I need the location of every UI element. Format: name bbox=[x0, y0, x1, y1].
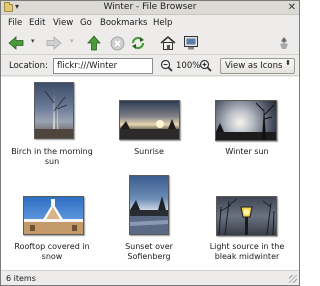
menu-go[interactable]: Go bbox=[80, 18, 92, 28]
back-history-dropdown[interactable]: ▾ bbox=[31, 37, 35, 45]
stop-button[interactable] bbox=[108, 34, 126, 52]
reload-icon bbox=[131, 36, 145, 50]
menubar: File Edit View Go Bookmarks Help bbox=[1, 16, 299, 30]
location-input[interactable]: flickr:///Winter bbox=[53, 58, 153, 74]
zoom-out-button[interactable] bbox=[160, 59, 173, 74]
rooftop-picture bbox=[24, 199, 83, 234]
icon-view[interactable]: Birch in the morning sun Sunrise Winter … bbox=[1, 77, 299, 270]
view-mode-label: View as Icons bbox=[225, 61, 283, 71]
home-button[interactable] bbox=[159, 34, 177, 52]
thumbnail-image bbox=[215, 100, 277, 141]
file-item[interactable]: Rooftop covered in snow bbox=[7, 173, 97, 270]
home-icon bbox=[160, 35, 176, 50]
zoom-in-icon bbox=[199, 59, 212, 72]
file-name: Winter sun bbox=[225, 147, 269, 156]
back-icon bbox=[8, 36, 24, 50]
location-bar: Location: flickr:///Winter 100% View as … bbox=[1, 56, 299, 76]
file-item[interactable]: Winter sun bbox=[202, 77, 292, 172]
birch-picture bbox=[35, 90, 73, 138]
file-item[interactable]: Birch in the morning sun bbox=[7, 77, 97, 172]
file-item[interactable]: Light source in the bleak midwinter bbox=[202, 173, 292, 270]
updown-arrows-icon: ⬍ bbox=[285, 59, 291, 67]
window-title: Winter - File Browser bbox=[103, 2, 197, 12]
up-button[interactable] bbox=[85, 34, 103, 52]
forward-history-dropdown[interactable]: ▾ bbox=[70, 37, 74, 45]
item-count: 6 items bbox=[6, 274, 36, 283]
winter-sun-picture bbox=[216, 102, 276, 140]
file-name: Birch in the morning sun bbox=[11, 147, 93, 166]
file-item[interactable]: Sunrise bbox=[104, 77, 194, 172]
sunset-picture bbox=[130, 196, 168, 234]
forward-button[interactable] bbox=[45, 34, 63, 52]
lamp-picture bbox=[218, 198, 275, 236]
close-button[interactable]: ✕ bbox=[288, 2, 296, 13]
title-bar[interactable]: ▾ Winter - File Browser ✕ bbox=[1, 1, 299, 15]
menu-bookmarks[interactable]: Bookmarks bbox=[100, 18, 148, 28]
file-name: Rooftop covered in snow bbox=[14, 242, 90, 261]
menu-file[interactable]: File bbox=[8, 18, 22, 28]
computer-button[interactable] bbox=[182, 34, 200, 52]
forward-icon bbox=[46, 36, 62, 50]
status-bar: 6 items bbox=[1, 270, 299, 285]
zoom-level[interactable]: 100% bbox=[176, 61, 200, 71]
activity-throbber bbox=[275, 34, 293, 52]
file-name: Light source in the bleak midwinter bbox=[209, 242, 285, 261]
thumbnail-image bbox=[129, 175, 169, 235]
menu-help[interactable]: Help bbox=[153, 18, 172, 28]
view-mode-select[interactable]: View as Icons ⬍ bbox=[220, 58, 295, 74]
sunrise-picture bbox=[120, 119, 179, 139]
up-icon bbox=[87, 35, 101, 51]
file-item[interactable]: Sunset over Sofienberg bbox=[104, 173, 194, 270]
zoom-out-icon bbox=[160, 59, 173, 72]
toolbar: ▾ ▾ bbox=[1, 31, 299, 55]
thumbnail-image bbox=[216, 196, 277, 236]
thumbnail-image bbox=[119, 100, 180, 140]
throbber-icon bbox=[280, 37, 288, 49]
computer-icon bbox=[184, 36, 198, 50]
thumbnail-image bbox=[23, 196, 84, 235]
stop-icon bbox=[110, 36, 124, 50]
reload-button[interactable] bbox=[129, 34, 147, 52]
resize-grip-icon[interactable] bbox=[289, 275, 297, 283]
file-browser-window: ▾ Winter - File Browser ✕ File Edit View… bbox=[0, 0, 300, 286]
file-name: Sunset over Sofienberg bbox=[125, 242, 173, 261]
back-button[interactable] bbox=[7, 34, 25, 52]
file-name: Sunrise bbox=[134, 147, 164, 156]
menu-view[interactable]: View bbox=[53, 18, 73, 28]
menu-edit[interactable]: Edit bbox=[29, 18, 45, 28]
zoom-in-button[interactable] bbox=[199, 59, 212, 74]
thumbnail-image bbox=[34, 82, 74, 139]
location-label: Location: bbox=[9, 61, 48, 71]
